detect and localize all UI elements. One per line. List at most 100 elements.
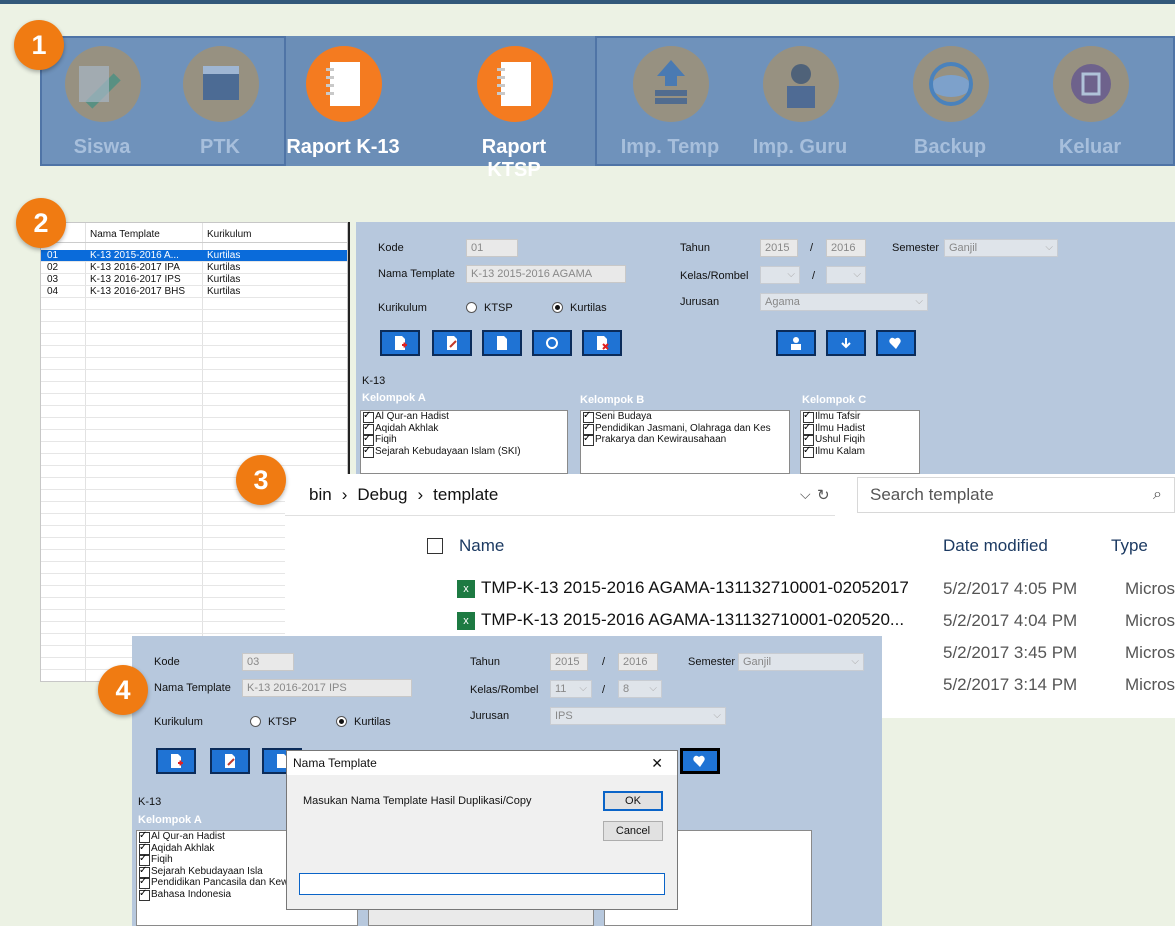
row-kurikulum: Kurtilas (207, 274, 241, 285)
jurusan-select[interactable]: IPS ⌵ (550, 707, 726, 725)
address-bar[interactable]: bin › Debug › template ⌵ ↻ (285, 474, 835, 516)
toolbar-imp-guru-button[interactable]: Imp. Guru (740, 40, 860, 164)
toolbar-raport-ktsp-label: Raport KTSP (481, 136, 547, 181)
tahun-start-field[interactable]: 2015 (550, 653, 588, 671)
row-nama: K-13 2015-2016 A... (90, 250, 179, 261)
rombel-select[interactable]: 8 ⌵ (618, 680, 662, 698)
toolbar-raport-k13-button[interactable]: Raport K-13 (283, 40, 403, 164)
cancel-button[interactable]: Cancel (603, 821, 663, 841)
tahun-label: Tahun (470, 656, 500, 668)
empty-table-row (41, 334, 347, 346)
column-header-type[interactable]: Type (1111, 536, 1148, 556)
column-header-name[interactable]: Name (459, 536, 504, 556)
edit-template-button[interactable] (432, 330, 472, 356)
table-row[interactable]: 02 K-13 2016-2017 IPA Kurtilas (41, 262, 347, 274)
toolbar-imp-temp-button[interactable]: Imp. Temp (610, 40, 730, 164)
kurtilas-radio[interactable] (552, 302, 563, 313)
refresh-icon[interactable]: ↻ (817, 486, 830, 504)
toolbar-keluar-button[interactable]: Keluar (1030, 40, 1150, 164)
breadcrumb-debug[interactable]: Debug (357, 485, 407, 505)
new-template-button[interactable] (156, 748, 196, 774)
new-template-button[interactable] (380, 330, 420, 356)
toolbar-siswa-button[interactable]: Siswa (42, 40, 162, 164)
kode-field[interactable]: 01 (466, 239, 518, 257)
empty-table-row (41, 382, 347, 394)
tahun-end-field[interactable]: 2016 (618, 653, 658, 671)
user-export-button[interactable] (776, 330, 816, 356)
toolbar-backup-button[interactable]: Backup (890, 40, 1010, 164)
grid-header-row: Nama Template Kurikulum (41, 229, 347, 243)
duplicate-button[interactable] (876, 330, 916, 356)
breadcrumb-template[interactable]: template (433, 485, 498, 505)
select-all-checkbox[interactable] (427, 538, 443, 554)
kelompok-a-label: Kelompok A (138, 814, 202, 826)
search-input[interactable]: Search template ⌕ (857, 477, 1175, 513)
semester-select[interactable]: Ganjil ⌵ (944, 239, 1058, 257)
notebook-icon (477, 46, 553, 122)
template-name-input[interactable] (299, 873, 665, 895)
file-row[interactable]: x TMP-K-13 2015-2016 AGAMA-131132710001-0… (457, 578, 909, 598)
kode-field[interactable]: 03 (242, 653, 294, 671)
kelas-select[interactable]: ⌵ (760, 266, 800, 284)
rombel-select[interactable]: ⌵ (826, 266, 866, 284)
kelompok-c-list[interactable]: Ilmu Tafsir Ilmu Hadist Ushul Fiqih Ilmu… (800, 410, 920, 474)
breadcrumb-bin[interactable]: bin (309, 485, 332, 505)
tahun-separator: / (602, 656, 606, 668)
ktsp-radio[interactable] (466, 302, 477, 313)
cloud-sync-icon (913, 46, 989, 122)
table-row[interactable]: 03 K-13 2016-2017 IPS Kurtilas (41, 274, 347, 286)
list-item[interactable]: Ilmu Kalam (801, 445, 919, 457)
toolbar-raport-ktsp-button[interactable]: Raport KTSP (454, 40, 574, 181)
file-type: Micros (1125, 675, 1175, 694)
refresh-button[interactable] (532, 330, 572, 356)
tahun-start-field[interactable]: 2015 (760, 239, 798, 257)
list-item[interactable]: Aqidah Akhlak (361, 422, 567, 434)
section-k13-label: K-13 (362, 375, 386, 387)
nama-template-field[interactable]: K-13 2016-2017 IPS (242, 679, 412, 697)
list-item[interactable]: Pendidikan Jasmani, Olahraga dan Kes (581, 422, 789, 434)
table-row[interactable]: 01 K-13 2015-2016 A... Kurtilas (41, 250, 347, 262)
save-template-button[interactable] (482, 330, 522, 356)
download-button[interactable] (826, 330, 866, 356)
list-item[interactable]: Fiqih (361, 433, 567, 446)
grid-header-kurikulum[interactable]: Kurikulum (207, 229, 251, 240)
layers-upload-icon (633, 46, 709, 122)
grid-header-nama[interactable]: Nama Template (90, 229, 160, 240)
list-item[interactable]: Seni Budaya (581, 411, 789, 423)
list-item[interactable]: Ilmu Hadist (801, 422, 919, 434)
column-header-date[interactable]: Date modified (943, 536, 1048, 556)
main-toolbar: Siswa PTK Raport K-13 Raport KTSP Imp. T… (40, 36, 1175, 181)
chevron-down-icon: ⌵ (579, 683, 587, 694)
notebook-icon (306, 46, 382, 122)
new-file-icon (395, 336, 407, 350)
kelas-value: 11 (555, 683, 567, 695)
row-kode: 01 (47, 250, 59, 261)
list-item[interactable]: Ilmu Tafsir (801, 411, 919, 423)
list-item[interactable]: Al Qur-an Hadist (361, 411, 567, 423)
toolbar-ptk-button[interactable]: PTK (160, 40, 280, 164)
chevron-down-icon[interactable]: ⌵ (800, 486, 811, 503)
kelompok-b-list[interactable]: Seni Budaya Pendidikan Jasmani, Olahraga… (580, 410, 790, 474)
tahun-end-field[interactable]: 2016 (826, 239, 866, 257)
delete-template-button[interactable] (582, 330, 622, 356)
nama-template-field[interactable]: K-13 2015-2016 AGAMA (466, 265, 626, 283)
list-item[interactable]: Ushul Fiqih (801, 433, 919, 446)
kelas-select[interactable]: 11 ⌵ (550, 680, 592, 698)
kelas-rombel-label: Kelas/Rombel (470, 684, 539, 696)
list-item[interactable]: Prakarya dan Kewirausahaan (581, 433, 789, 446)
file-row[interactable]: x TMP-K-13 2015-2016 AGAMA-131132710001-0… (457, 610, 904, 630)
jurusan-select[interactable]: Agama ⌵ (760, 293, 928, 311)
kelompok-a-list[interactable]: Al Qur-an Hadist Aqidah Akhlak Fiqih Sej… (360, 410, 568, 474)
table-row[interactable]: 04 K-13 2016-2017 BHS Kurtilas (41, 286, 347, 298)
semester-value: Ganjil (743, 656, 772, 668)
semester-select[interactable]: Ganjil ⌵ (738, 653, 864, 671)
ok-button[interactable]: OK (603, 791, 663, 811)
duplicate-button[interactable] (680, 748, 720, 774)
close-icon[interactable]: ✕ (651, 751, 663, 775)
chevron-right-icon: › (417, 484, 424, 504)
ktsp-radio[interactable] (250, 716, 261, 727)
list-item[interactable]: Sejarah Kebudayaan Islam (SKI) (361, 445, 567, 457)
edit-template-button[interactable] (210, 748, 250, 774)
kurtilas-radio[interactable] (336, 716, 347, 727)
file-name: TMP-K-13 2015-2016 AGAMA-131132710001-02… (481, 610, 905, 629)
